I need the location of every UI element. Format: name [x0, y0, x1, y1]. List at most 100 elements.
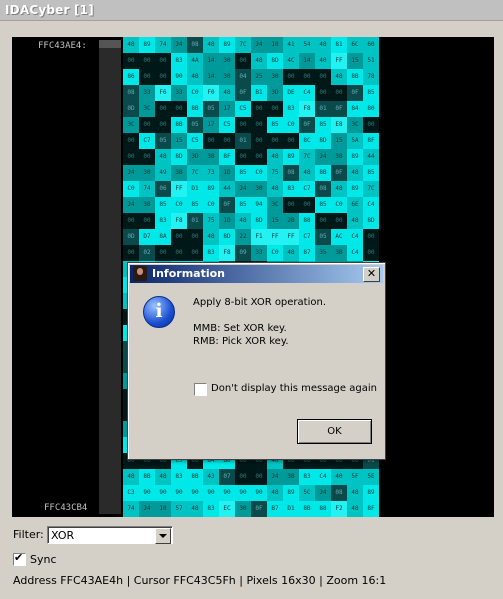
byte-cell[interactable]: 83: [283, 101, 299, 117]
byte-cell[interactable]: 48: [347, 501, 363, 517]
byte-cell[interactable]: 00: [235, 469, 251, 485]
byte-cell[interactable]: 35: [315, 245, 331, 261]
byte-cell[interactable]: 00: [331, 85, 347, 101]
byte-cell[interactable]: 89: [219, 37, 235, 53]
byte-cell[interactable]: B1: [251, 85, 267, 101]
byte-cell[interactable]: 30: [267, 69, 283, 85]
byte-cell[interactable]: 0F: [219, 197, 235, 213]
byte-cell[interactable]: C4: [363, 197, 379, 213]
byte-cell[interactable]: 89: [347, 149, 363, 165]
byte-cell[interactable]: 85: [267, 117, 283, 133]
byte-cell[interactable]: 90: [171, 69, 187, 85]
byte-cell[interactable]: 85: [363, 165, 379, 181]
byte-cell[interactable]: 8B: [187, 469, 203, 485]
byte-cell[interactable]: 24: [267, 469, 283, 485]
byte-cell[interactable]: 81: [331, 37, 347, 53]
dont-display-label[interactable]: Don't display this message again: [211, 383, 377, 394]
byte-cell[interactable]: 2B: [283, 213, 299, 229]
byte-cell[interactable]: C5: [219, 117, 235, 133]
byte-cell[interactable]: 48: [187, 501, 203, 517]
byte-cell[interactable]: 8D: [363, 213, 379, 229]
byte-cell[interactable]: 74: [123, 501, 139, 517]
byte-cell[interactable]: 00: [139, 117, 155, 133]
byte-cell[interactable]: FF: [283, 229, 299, 245]
byte-cell[interactable]: 00: [251, 469, 267, 485]
byte-cell[interactable]: C0: [251, 165, 267, 181]
byte-cell[interactable]: 05: [187, 117, 203, 133]
byte-cell[interactable]: 86: [123, 69, 139, 85]
byte-cell[interactable]: C0: [171, 197, 187, 213]
byte-cell[interactable]: 00: [139, 149, 155, 165]
byte-cell[interactable]: 00: [155, 117, 171, 133]
byte-cell[interactable]: 3C: [139, 101, 155, 117]
byte-cell[interactable]: 74: [155, 37, 171, 53]
byte-cell[interactable]: 0F: [299, 117, 315, 133]
byte-cell[interactable]: 83: [203, 501, 219, 517]
byte-cell[interactable]: C5: [235, 101, 251, 117]
byte-cell[interactable]: 00: [251, 133, 267, 149]
byte-cell[interactable]: 89: [363, 485, 379, 501]
byte-cell[interactable]: 00: [315, 69, 331, 85]
byte-cell[interactable]: 15: [171, 133, 187, 149]
byte-cell[interactable]: 05: [315, 229, 331, 245]
byte-cell[interactable]: 10: [267, 37, 283, 53]
byte-cell[interactable]: 08: [283, 165, 299, 181]
byte-cell[interactable]: 8F: [363, 501, 379, 517]
byte-cell[interactable]: C0: [203, 197, 219, 213]
byte-cell[interactable]: 85: [235, 165, 251, 181]
byte-cell[interactable]: 83: [171, 53, 187, 69]
byte-cell[interactable]: 00: [235, 149, 251, 165]
byte-cell[interactable]: 4C: [283, 53, 299, 69]
byte-cell[interactable]: 3C: [123, 117, 139, 133]
byte-cell[interactable]: 00: [171, 101, 187, 117]
byte-cell[interactable]: D1: [283, 501, 299, 517]
byte-cell[interactable]: 10: [155, 501, 171, 517]
byte-cell[interactable]: C7: [139, 133, 155, 149]
byte-cell[interactable]: 00: [251, 149, 267, 165]
byte-cell[interactable]: 80: [363, 101, 379, 117]
byte-cell[interactable]: 90: [139, 485, 155, 501]
byte-cell[interactable]: 48: [347, 485, 363, 501]
byte-cell[interactable]: 3C: [347, 117, 363, 133]
byte-cell[interactable]: 0F: [331, 101, 347, 117]
byte-cell[interactable]: 85: [315, 117, 331, 133]
byte-cell[interactable]: 78: [363, 69, 379, 85]
byte-cell[interactable]: 94: [251, 197, 267, 213]
byte-cell[interactable]: 44: [219, 181, 235, 197]
byte-cell[interactable]: C0: [187, 85, 203, 101]
byte-cell[interactable]: F8: [219, 245, 235, 261]
byte-cell[interactable]: 00: [171, 245, 187, 261]
byte-cell[interactable]: 07: [219, 469, 235, 485]
byte-cell[interactable]: F1: [251, 229, 267, 245]
byte-cell[interactable]: 49: [155, 165, 171, 181]
byte-cell[interactable]: 00: [123, 149, 139, 165]
byte-cell[interactable]: 48: [155, 149, 171, 165]
byte-cell[interactable]: 3D: [267, 85, 283, 101]
byte-cell[interactable]: 00: [283, 197, 299, 213]
filter-select[interactable]: XOR: [47, 526, 173, 544]
byte-cell[interactable]: 48: [331, 69, 347, 85]
byte-cell[interactable]: 24: [315, 149, 331, 165]
byte-cell[interactable]: 00: [315, 85, 331, 101]
byte-cell[interactable]: 1D: [219, 165, 235, 181]
byte-cell[interactable]: 90: [235, 485, 251, 501]
byte-cell[interactable]: D7: [139, 229, 155, 245]
byte-cell[interactable]: 0F: [347, 85, 363, 101]
byte-cell[interactable]: 01: [315, 101, 331, 117]
byte-cell[interactable]: 33: [251, 245, 267, 261]
dont-display-checkbox[interactable]: [194, 383, 207, 396]
byte-cell[interactable]: 90: [155, 485, 171, 501]
byte-cell[interactable]: 40: [331, 469, 347, 485]
byte-cell[interactable]: 08: [187, 37, 203, 53]
byte-cell[interactable]: 48: [267, 181, 283, 197]
byte-cell[interactable]: E8: [331, 117, 347, 133]
byte-cell[interactable]: 41: [283, 37, 299, 53]
byte-cell[interactable]: 85: [187, 197, 203, 213]
byte-cell[interactable]: 25: [251, 69, 267, 85]
byte-cell[interactable]: 00: [187, 229, 203, 245]
byte-cell[interactable]: 30: [235, 501, 251, 517]
byte-cell[interactable]: 8B: [347, 69, 363, 85]
byte-cell[interactable]: 00: [155, 53, 171, 69]
byte-cell[interactable]: AC: [331, 229, 347, 245]
byte-cell[interactable]: C4: [347, 245, 363, 261]
